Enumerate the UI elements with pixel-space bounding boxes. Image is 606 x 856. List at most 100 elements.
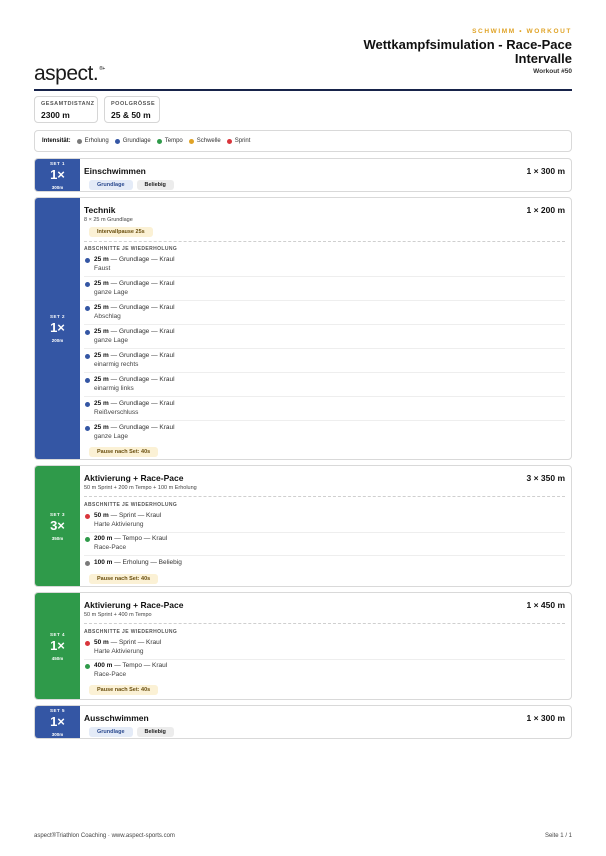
page-title: Wettkampfsimulation - Race-Pace Interval… (252, 38, 572, 66)
set-count: 1× (50, 166, 65, 182)
set-card-2: SET 2 1× 200m Technik 1 × 200 m 8 × 25 m… (34, 197, 572, 460)
list-item: 50 m — Sprint — Kraul Harte Aktivierung (84, 638, 565, 660)
item-desc: — Erholung — Beliebig (112, 559, 182, 566)
item-distance: 50 m (94, 512, 109, 519)
stat-label: GESAMTDISTANZ (41, 101, 95, 107)
intensity-dot-icon (188, 138, 194, 144)
list-item: 25 m — Grundlage — Kraul Reißverschluss (84, 399, 565, 421)
legend-title: Intensität: (42, 138, 71, 144)
item-desc: — Tempo — Kraul (112, 662, 168, 669)
set-distance: 200m (51, 338, 64, 343)
header-divider (34, 89, 572, 91)
intensity-dot-icon (85, 330, 90, 335)
set-content: Technik 1 × 200 m 8 × 25 m Grundlage Int… (84, 198, 565, 459)
stat-label: POOLGRÖSSE (111, 101, 156, 107)
dashed-divider (84, 496, 565, 497)
list-item: 25 m — Grundlage — Kraul Faust (84, 255, 565, 277)
set-subtitle: 50 m Sprint + 200 m Tempo + 100 m Erholu… (84, 485, 197, 491)
section-heading: ABSCHNITTE JE WIEDERHOLUNG (84, 502, 178, 508)
set-content: Aktivierung + Race-Pace 1 × 450 m 50 m S… (84, 593, 565, 699)
item-detail: Harte Aktivierung (94, 648, 144, 655)
intensity-dot-icon (85, 664, 90, 669)
set-count: 1× (50, 637, 65, 653)
legend-item-erholung: Erholung (76, 138, 109, 144)
set-badge: SET 2 1× 200m (35, 198, 80, 459)
set-pause-badge: Pause nach Set: 40s (89, 574, 159, 584)
legend-label: Sprint (234, 138, 251, 144)
item-desc: — Sprint — Kraul (108, 512, 162, 519)
list-item: 400 m — Tempo — Kraul Race-Pace (84, 661, 565, 683)
legend-item-sprint: Sprint (226, 138, 251, 144)
set-card-5: SET 5 1× 300m Ausschwimmen 1 × 300 m Gru… (34, 705, 572, 739)
legend-label: Grundlage (122, 138, 151, 144)
item-title: 25 m — Grundlage — Kraul (94, 304, 175, 311)
set-name: Technik (84, 205, 116, 215)
item-desc: — Grundlage — Kraul (108, 280, 175, 287)
intensity-legend: Intensität: Erholung Grundlage Tempo Sch… (34, 130, 572, 152)
stat-total-distance: GESAMTDISTANZ 2300 m (34, 96, 98, 123)
intensity-dot-icon (226, 138, 232, 144)
intensity-dot-icon (156, 138, 162, 144)
legend-label: Erholung (84, 138, 109, 144)
set-distance: 300m (51, 184, 64, 190)
item-title: 25 m — Grundlage — Kraul (94, 280, 175, 287)
list-item: 25 m — Grundlage — Kraul einarmig rechts (84, 351, 565, 373)
intensity-chip: Grundlage (89, 180, 133, 190)
legend-item-tempo: Tempo (156, 138, 183, 144)
item-desc: — Grundlage — Kraul (108, 256, 175, 263)
set-count: 1× (50, 320, 65, 335)
page-header: aspect.®+ SCHWIMM • WORKOUT Wettkampfsim… (34, 26, 572, 90)
item-desc: — Grundlage — Kraul (108, 400, 175, 407)
item-desc: — Grundlage — Kraul (108, 352, 175, 359)
intensity-dot-icon (85, 354, 90, 359)
set-chips: Grundlage Beliebig (89, 727, 174, 737)
title-line-1: Wettkampfsimulation - Race-Pace (363, 37, 572, 52)
set-distance: 450m (51, 655, 64, 661)
item-desc: — Grundlage — Kraul (108, 376, 175, 383)
item-detail: Harte Aktivierung (94, 521, 144, 528)
interval-pause-badge: Intervallpause 25s (89, 227, 153, 237)
set-name: Aktivierung + Race-Pace (84, 600, 184, 610)
item-distance: 25 m (94, 352, 109, 359)
item-distance: 25 m (94, 280, 109, 287)
page-number: Seite 1 / 1 (544, 833, 572, 839)
set-badge: SET 5 1× 300m (35, 706, 80, 738)
stroke-chip: Beliebig (136, 180, 174, 190)
set-badge: SET 3 3× 350m (35, 466, 80, 586)
set-card-3: SET 3 3× 350m Aktivierung + Race-Pace 3 … (34, 465, 572, 587)
legend-item-schwelle: Schwelle (188, 138, 221, 144)
item-title: 100 m — Erholung — Beliebig (94, 559, 182, 566)
logo-mark: ®+ (99, 66, 105, 72)
list-item: 200 m — Tempo — Kraul Race-Pace (84, 534, 565, 556)
item-desc: — Sprint — Kraul (108, 639, 162, 646)
dashed-divider (84, 241, 565, 242)
set-distance: 350m (51, 535, 64, 541)
item-title: 25 m — Grundlage — Kraul (94, 352, 175, 359)
set-card-1: SET 1 1× 300m Einschwimmen 1 × 300 m Gru… (34, 158, 572, 192)
list-item: 25 m — Grundlage — Kraul einarmig links (84, 375, 565, 397)
set-content: Einschwimmen 1 × 300 m Grundlage Beliebi… (84, 159, 565, 191)
item-detail: Race-Pace (94, 671, 127, 678)
stats-row: GESAMTDISTANZ 2300 m POOLGRÖSSE 25 & 50 … (34, 96, 160, 123)
intensity-dot-icon (85, 561, 90, 566)
set-total: 1 × 200 m (526, 205, 565, 215)
set-card-4: SET 4 1× 450m Aktivierung + Race-Pace 1 … (34, 592, 572, 700)
intensity-dot-icon (85, 306, 90, 311)
item-desc: — Tempo — Kraul (112, 535, 168, 542)
item-distance: 25 m (94, 328, 109, 335)
item-title: 400 m — Tempo — Kraul (94, 662, 167, 669)
item-title: 25 m — Grundlage — Kraul (94, 376, 175, 383)
set-count: 1× (50, 713, 65, 729)
footer-text: aspect®Triathlon Coaching · www.aspect-s… (34, 833, 175, 839)
item-desc: — Grundlage — Kraul (108, 304, 175, 311)
workout-number: Workout #50 (533, 68, 572, 75)
legend-item-grundlage: Grundlage (114, 138, 151, 144)
stat-value: 25 & 50 m (111, 110, 151, 120)
item-distance: 25 m (94, 424, 109, 431)
item-title: 25 m — Grundlage — Kraul (94, 328, 175, 335)
set-total: 1 × 300 m (526, 713, 565, 723)
intensity-dot-icon (85, 641, 90, 646)
set-name: Aktivierung + Race-Pace (84, 473, 184, 483)
set-name: Ausschwimmen (84, 713, 149, 723)
list-item: 25 m — Grundlage — Kraul ganze Lage (84, 279, 565, 301)
